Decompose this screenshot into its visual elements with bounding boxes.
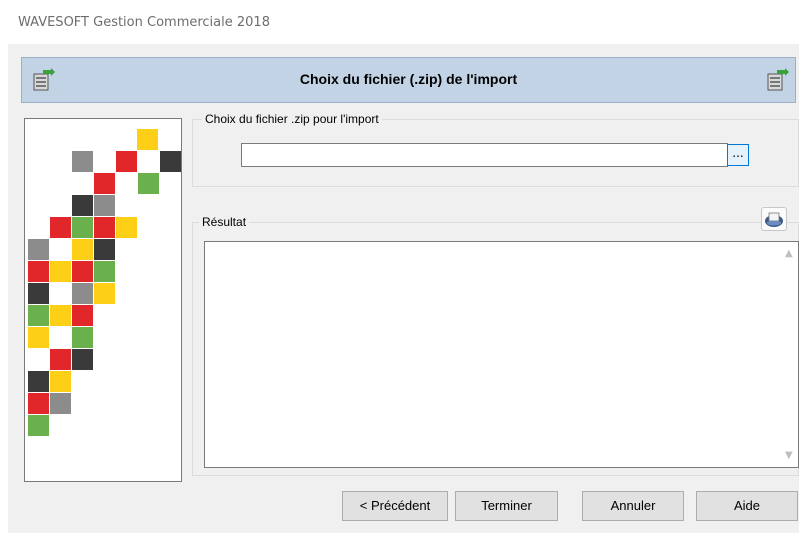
mosaic-tile xyxy=(94,173,115,194)
finish-button[interactable]: Terminer xyxy=(455,491,558,521)
archive-export-icon xyxy=(767,68,789,91)
mosaic-tile xyxy=(50,393,71,414)
mosaic-tile xyxy=(94,239,115,260)
help-button[interactable]: Aide xyxy=(696,491,798,521)
mosaic-tile xyxy=(72,327,93,348)
scroll-down-icon[interactable]: ▼ xyxy=(785,450,793,461)
mosaic-tile xyxy=(28,393,49,414)
mosaic-tile xyxy=(72,261,93,282)
banner-title: Choix du fichier (.zip) de l'import xyxy=(299,71,518,87)
mosaic-tile xyxy=(28,305,49,326)
mosaic-tile xyxy=(160,151,181,172)
mosaic-tile xyxy=(50,305,71,326)
zip-file-path-input[interactable] xyxy=(241,143,728,167)
mosaic-tile xyxy=(50,261,71,282)
mosaic-tile xyxy=(28,261,49,282)
print-button[interactable] xyxy=(761,207,787,231)
file-choice-label: Choix du fichier .zip pour l'import xyxy=(202,112,382,126)
cancel-button[interactable]: Annuler xyxy=(582,491,684,521)
scroll-up-icon[interactable]: ▲ xyxy=(785,248,793,259)
wizard-window: WAVESOFT Gestion Commerciale 2018 Choix … xyxy=(8,0,799,533)
mosaic-tile xyxy=(72,151,93,172)
mosaic-tile xyxy=(137,129,158,150)
decorative-mosaic-image xyxy=(24,118,182,482)
mosaic-tile xyxy=(28,239,49,260)
mosaic-tile xyxy=(72,239,93,260)
wizard-banner: Choix du fichier (.zip) de l'import xyxy=(21,57,796,103)
mosaic-tile xyxy=(28,371,49,392)
mosaic-tile xyxy=(28,327,49,348)
result-scrollbar[interactable]: ▲ ▼ xyxy=(781,242,798,467)
window-title: WAVESOFT Gestion Commerciale 2018 xyxy=(18,15,270,30)
mosaic-tile xyxy=(72,217,93,238)
mosaic-tile xyxy=(94,195,115,216)
previous-button[interactable]: < Précédent xyxy=(342,491,448,521)
mosaic-tile xyxy=(116,217,137,238)
mosaic-tile xyxy=(94,217,115,238)
mosaic-tile xyxy=(72,195,93,216)
browse-button[interactable]: ... xyxy=(727,144,749,166)
mosaic-tile xyxy=(72,349,93,370)
mosaic-tile xyxy=(138,173,159,194)
mosaic-tile xyxy=(72,283,93,304)
mosaic-tile xyxy=(50,349,71,370)
mosaic-tile xyxy=(50,217,71,238)
mosaic-tile xyxy=(28,415,49,436)
mosaic-tile xyxy=(94,283,115,304)
mosaic-tile xyxy=(94,261,115,282)
mosaic-tile xyxy=(28,283,49,304)
mosaic-graphic xyxy=(28,129,181,436)
mosaic-tile xyxy=(50,371,71,392)
printer-icon xyxy=(765,212,783,227)
mosaic-tile xyxy=(116,151,137,172)
mosaic-tile xyxy=(72,305,93,326)
result-label: Résultat xyxy=(199,215,250,229)
title-bar[interactable]: WAVESOFT Gestion Commerciale 2018 xyxy=(8,0,799,44)
result-textarea[interactable]: ▲ ▼ xyxy=(204,241,799,468)
